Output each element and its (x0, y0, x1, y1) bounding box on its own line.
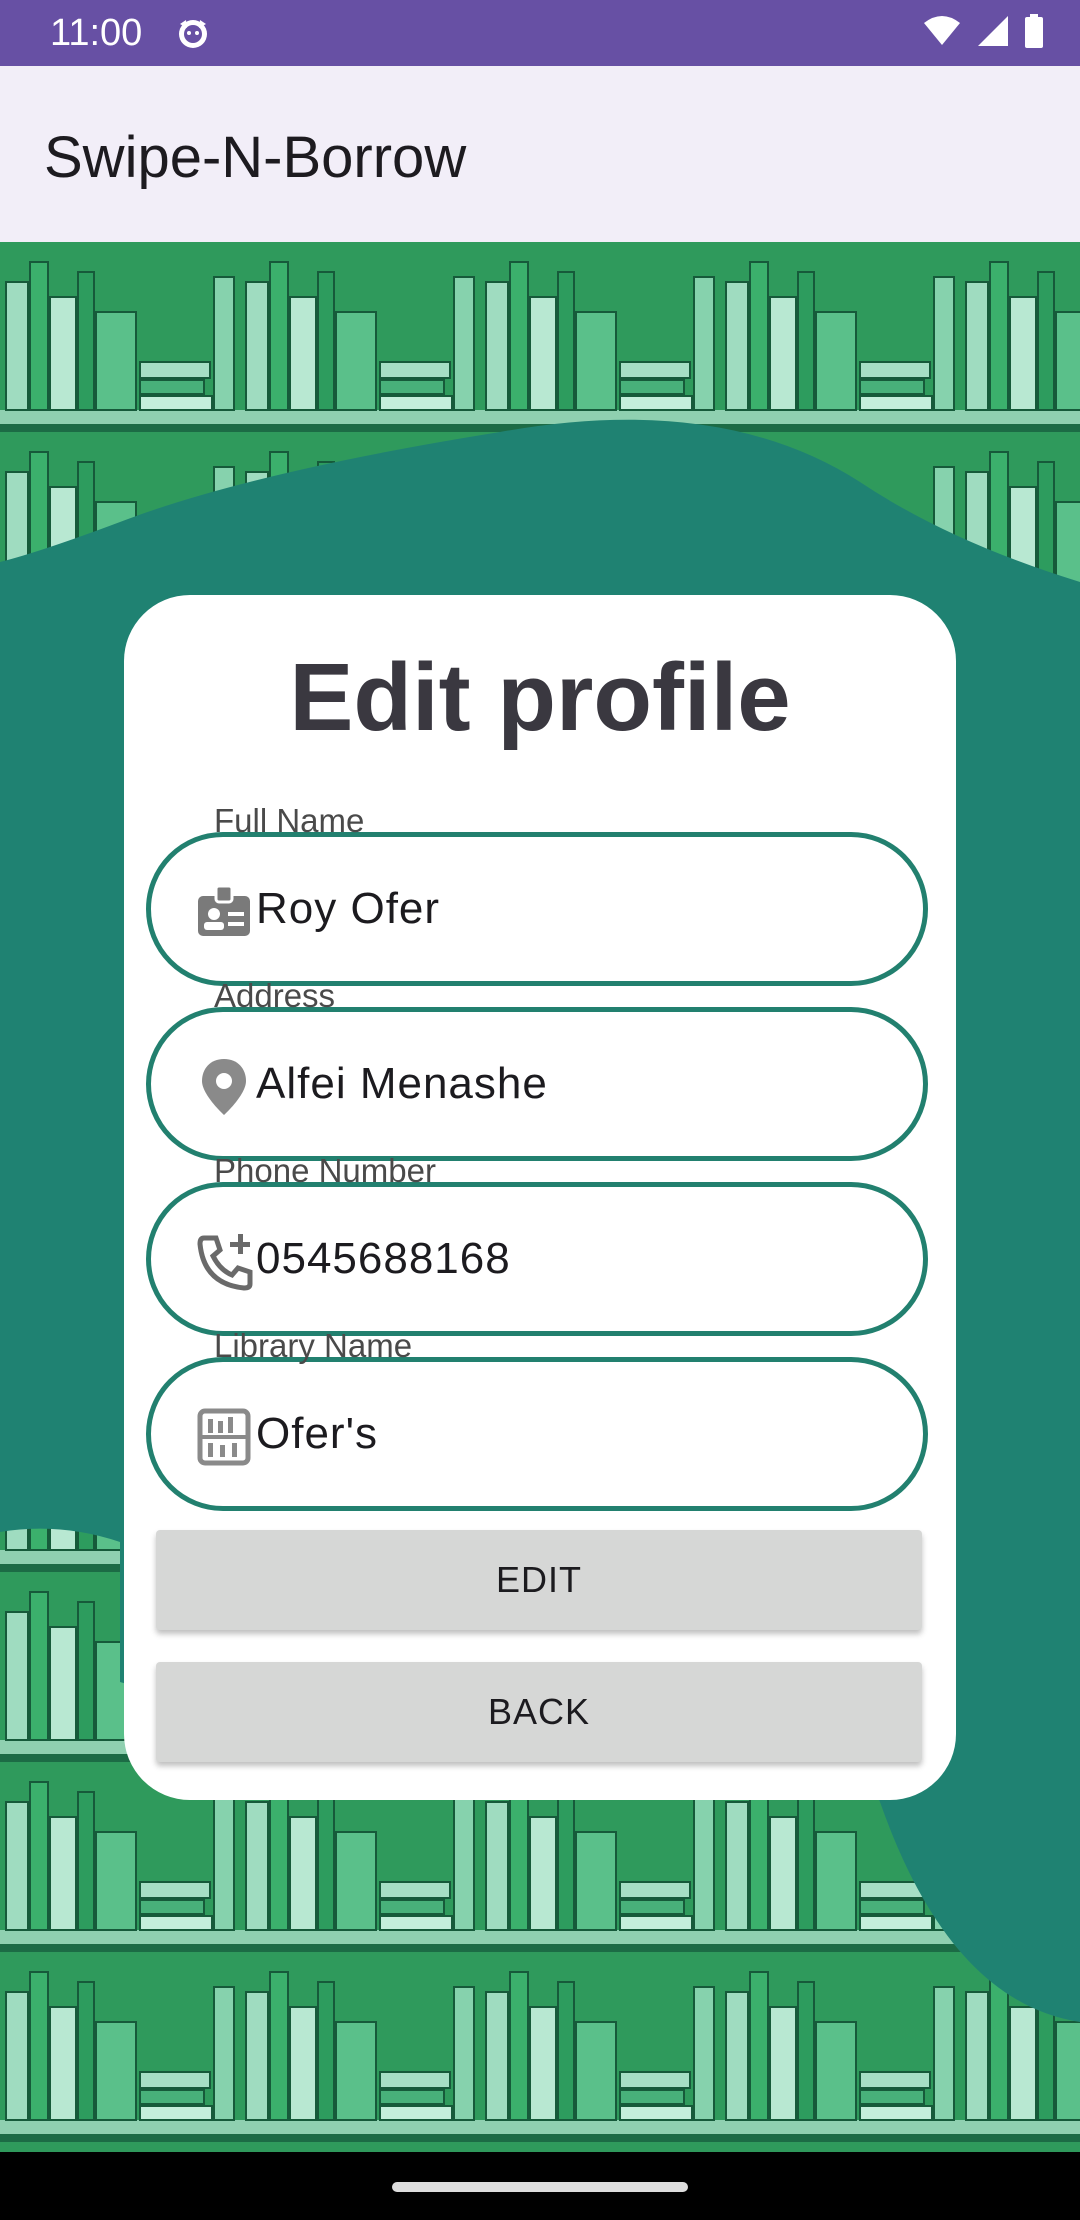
address-field[interactable]: Address Alfei Menashe (146, 977, 928, 1161)
phone-number-value: 0545688168 (256, 1234, 511, 1283)
add-call-icon (197, 1234, 253, 1291)
library-name-field[interactable]: Library Name Ofer's (146, 1327, 928, 1511)
app-bar: Swipe-N-Borrow (0, 66, 1080, 242)
phone-number-field[interactable]: Phone Number 0545688168 (146, 1152, 928, 1336)
location-pin-icon (202, 1059, 246, 1115)
page-title: Edit profile (289, 644, 791, 751)
library-name-value: Ofer's (256, 1409, 378, 1458)
battery-icon (1025, 14, 1043, 48)
field-label: Address (214, 977, 336, 1014)
status-bar: 11:00 (0, 0, 1080, 66)
field-label: Library Name (214, 1327, 413, 1364)
field-label: Phone Number (214, 1152, 436, 1189)
app-title: Swipe-N-Borrow (44, 125, 467, 190)
status-time: 11:00 (50, 12, 143, 54)
cat-notification-icon (176, 16, 210, 55)
full-name-field[interactable]: Full Name Roy Ofer (146, 802, 928, 986)
wifi-icon (924, 16, 960, 45)
field-label: Full Name (214, 802, 365, 839)
home-gesture-handle[interactable] (392, 2182, 688, 2192)
status-indicators (922, 14, 1044, 48)
back-button[interactable]: BACK (156, 1662, 922, 1762)
library-icon (197, 1408, 251, 1466)
badge-icon (198, 884, 250, 936)
address-value: Alfei Menashe (256, 1059, 548, 1108)
signal-icon (978, 16, 1008, 46)
navigation-bar (0, 2152, 1080, 2220)
edit-button[interactable]: EDIT (156, 1530, 922, 1630)
edit-profile-card: Edit profile Full Name Roy Ofer Address … (124, 595, 956, 1800)
full-name-value: Roy Ofer (256, 884, 441, 933)
